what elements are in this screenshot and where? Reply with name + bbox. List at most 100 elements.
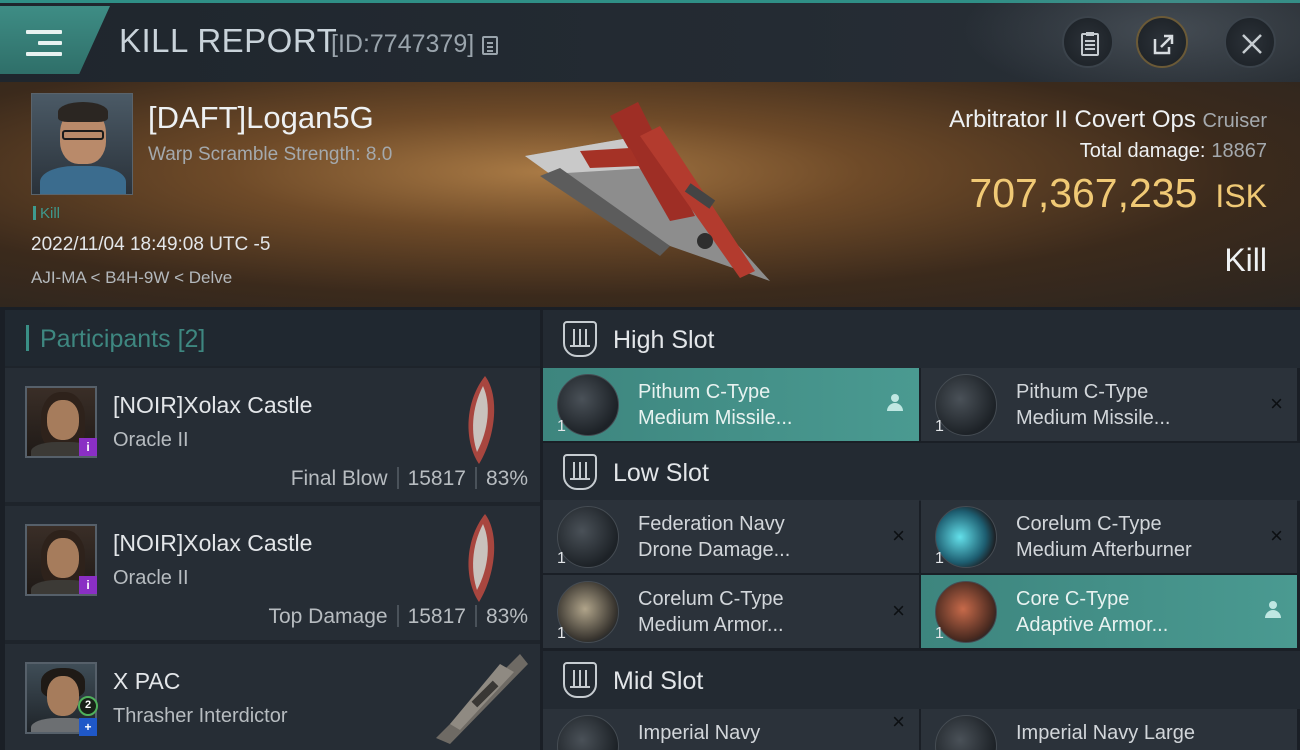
participant-percent: 83% [485, 605, 528, 628]
module-name: Corelum C-Type [1016, 513, 1162, 535]
participant-stats: Top Damage 15817 83% [268, 605, 528, 629]
module-quantity: 1 [935, 418, 944, 435]
clipboard-icon [1081, 32, 1099, 56]
low-slot-title: Low Slot [613, 459, 709, 487]
participants-panel: Participants [2] i [NOIR]Xolax Castle Or… [5, 310, 540, 750]
module-icon [935, 715, 997, 750]
pilot-icon [887, 394, 903, 412]
module-name: Federation Navy [638, 513, 785, 535]
result-label: Kill [1224, 242, 1267, 278]
hamburger-icon[interactable] [26, 30, 62, 60]
participants-label: Participants [40, 325, 171, 353]
participants-count: [2] [177, 325, 206, 353]
module-name: Corelum C-Type [638, 588, 784, 610]
module-type: Drone Damage... [638, 539, 791, 561]
armor-module-icon [557, 581, 619, 643]
module-quantity: 1 [557, 550, 566, 567]
mid-slot-icon [563, 662, 597, 698]
isk-unit: ISK [1215, 178, 1267, 214]
mid-slot-title: Mid Slot [613, 667, 704, 695]
destroyed-icon: × [1270, 523, 1283, 548]
victim-ship-image [525, 102, 770, 281]
low-slot-header: Low Slot [543, 443, 1300, 501]
share-button[interactable] [1136, 16, 1188, 68]
mid-slot-header: Mid Slot [543, 651, 1300, 709]
drone-damage-icon [557, 506, 619, 568]
participant-name: [NOIR]Xolax Castle [113, 392, 313, 418]
rank-badge-icon: i [79, 576, 97, 594]
participant-name: X PAC [113, 668, 181, 694]
module-name: Imperial Navy [638, 722, 761, 744]
total-damage: Total damage: 18867 [1080, 140, 1267, 163]
destroyed-icon: × [892, 709, 905, 734]
module-slot[interactable]: Imperial Navy × [543, 709, 919, 750]
victim-summary: [DAFT]Logan5G Warp Scramble Strength: 8.… [0, 82, 1300, 307]
ship-class: Cruiser [1202, 110, 1267, 132]
module-slot[interactable]: 1 Pithum C-Type Medium Missile... × [921, 368, 1297, 441]
module-slot[interactable]: Imperial Navy Large [921, 709, 1297, 750]
participant-ship: Oracle II [113, 567, 189, 589]
module-slot[interactable]: 1 Corelum C-Type Medium Afterburner × [921, 500, 1297, 573]
participant-role: Top Damage [268, 605, 388, 628]
victim-portrait[interactable] [31, 93, 133, 195]
kill-tag: Kill [33, 205, 60, 222]
participant-row[interactable]: i [NOIR]Xolax Castle Oracle II Top Damag… [5, 506, 540, 640]
afterburner-icon [935, 506, 997, 568]
missile-launcher-icon [557, 374, 619, 436]
module-slot[interactable]: 1 Core C-Type Adaptive Armor... [921, 575, 1297, 648]
module-quantity: 1 [935, 550, 944, 567]
participant-damage: 15817 [407, 605, 466, 628]
participant-percent: 83% [485, 467, 528, 490]
kill-location[interactable]: AJI-MA < B4H-9W < Delve [31, 268, 232, 288]
module-slot[interactable]: 1 Corelum C-Type Medium Armor... × [543, 575, 919, 648]
missile-launcher-icon [935, 374, 997, 436]
participants-title: Participants [2] [40, 325, 205, 354]
rank-badge-icon: i [79, 438, 97, 456]
victim-subtitle: Warp Scramble Strength: 8.0 [148, 144, 393, 165]
victim-name[interactable]: [DAFT]Logan5G [148, 100, 374, 136]
module-type: Medium Armor... [638, 614, 784, 636]
kill-timestamp: 2022/11/04 18:49:08 UTC -5 [31, 234, 271, 255]
menu-button[interactable] [0, 6, 110, 74]
clipboard-button[interactable] [1062, 16, 1114, 68]
module-slot[interactable]: 1 Pithum C-Type Medium Missile... [543, 368, 919, 441]
module-name: Core C-Type [1016, 588, 1130, 610]
destroyed-icon: × [892, 598, 905, 623]
share-icon [1153, 34, 1174, 55]
pilot-icon [1265, 601, 1281, 619]
top-bar: KILL REPORT [ID:7747379] [0, 0, 1300, 82]
level-badge-icon: 2 [78, 696, 98, 716]
total-damage-label: Total damage: [1079, 140, 1206, 162]
participant-row[interactable]: i [NOIR]Xolax Castle Oracle II Final Blo… [5, 368, 540, 502]
adaptive-armor-icon [935, 581, 997, 643]
participant-stats: Final Blow 15817 83% [291, 467, 528, 491]
low-slot-icon [563, 454, 597, 490]
high-slot-title: High Slot [613, 326, 715, 354]
module-quantity: 1 [935, 625, 944, 642]
participant-row[interactable]: 2 + X PAC Thrasher Interdictor [5, 644, 540, 750]
module-name: Pithum C-Type [638, 381, 771, 403]
module-type: Medium Missile... [638, 407, 793, 429]
total-damage-value: 18867 [1211, 140, 1267, 162]
module-name: Pithum C-Type [1016, 381, 1149, 403]
module-type: Medium Afterburner [1016, 539, 1192, 561]
victim-ship-name[interactable]: Arbitrator II Covert Ops Cruiser [949, 106, 1267, 134]
high-slot-header: High Slot [543, 310, 1300, 368]
header-accent [26, 325, 29, 351]
module-icon [557, 715, 619, 750]
page-title: KILL REPORT [119, 22, 338, 59]
close-button[interactable] [1224, 16, 1276, 68]
copy-icon[interactable] [482, 36, 498, 55]
participant-ship-image [436, 654, 528, 744]
module-slot[interactable]: 1 Federation Navy Drone Damage... × [543, 500, 919, 573]
isk-value: 707,367,235 ISK [969, 170, 1267, 217]
high-slot-icon [563, 321, 597, 357]
destroyed-icon: × [1270, 391, 1283, 416]
participant-ship-image [468, 376, 495, 464]
participant-name: [NOIR]Xolax Castle [113, 530, 313, 556]
plus-badge-icon: + [79, 718, 97, 736]
report-id: [ID:7747379] [331, 30, 475, 58]
participant-ship-image [468, 514, 495, 602]
isk-amount: 707,367,235 [969, 170, 1198, 216]
participant-ship: Thrasher Interdictor [113, 705, 288, 727]
